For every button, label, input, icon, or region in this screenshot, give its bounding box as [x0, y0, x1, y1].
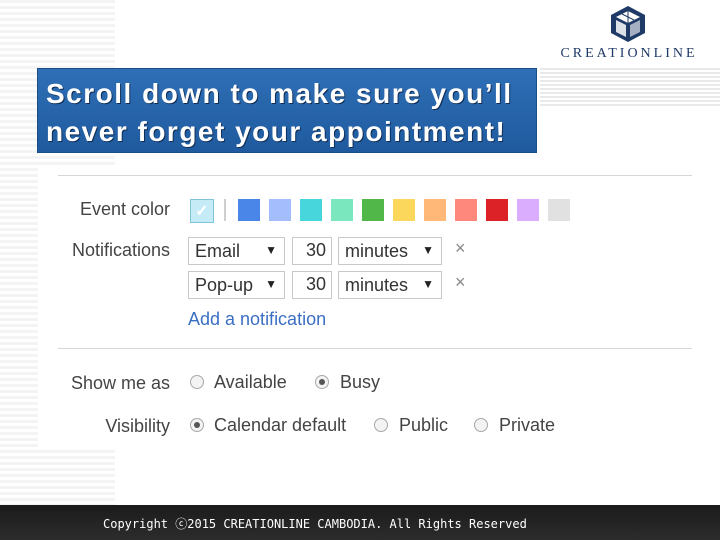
- select-value: minutes: [345, 240, 409, 261]
- radio-label-available: Available: [214, 372, 287, 392]
- color-swatch[interactable]: [486, 199, 508, 221]
- color-swatch[interactable]: [269, 199, 291, 221]
- color-swatch[interactable]: [362, 199, 384, 221]
- notification-amount-input-1[interactable]: 30: [292, 237, 332, 265]
- radio-available[interactable]: [190, 375, 204, 389]
- color-swatch[interactable]: [331, 199, 353, 221]
- notification-amount-input-2[interactable]: 30: [292, 271, 332, 299]
- color-swatch[interactable]: [424, 199, 446, 221]
- color-swatch[interactable]: [238, 199, 260, 221]
- radio-label-calendar-default: Calendar default: [214, 415, 347, 435]
- select-value: minutes: [345, 274, 409, 295]
- radio-calendar-default[interactable]: [190, 418, 204, 432]
- dropdown-arrow-icon: ▼: [422, 277, 434, 291]
- remove-notification-icon[interactable]: ×: [455, 272, 466, 293]
- right-bar-decoration: [540, 68, 720, 108]
- remove-notification-icon[interactable]: ×: [455, 238, 466, 259]
- dropdown-arrow-icon: ▼: [422, 243, 434, 257]
- select-value: Pop-up: [195, 274, 254, 295]
- radio-public[interactable]: [374, 418, 388, 432]
- add-notification-link[interactable]: Add a notification: [188, 309, 326, 330]
- notification-unit-select-1[interactable]: minutes ▼: [338, 237, 442, 265]
- divider: [58, 348, 692, 349]
- dropdown-arrow-icon: ▼: [265, 243, 277, 257]
- notifications-label: Notifications: [71, 240, 170, 260]
- logo-text: CREATIONLINE: [560, 46, 698, 61]
- copyright-text: Copyright ⓒ2015 CREATIONLINE CAMBODIA. A…: [103, 517, 527, 531]
- notification-type-select-2[interactable]: Pop-up ▼: [188, 271, 285, 299]
- radio-label-public: Public: [399, 415, 449, 435]
- notification-unit-select-2[interactable]: minutes ▼: [338, 271, 442, 299]
- cube-logo-icon: [611, 6, 645, 42]
- dropdown-arrow-icon: ▼: [265, 277, 277, 291]
- banner-line-2: never forget your appointment!: [46, 116, 507, 147]
- show-me-as-label: Show me as: [70, 373, 170, 393]
- event-settings-panel: Event color ✓ Notifications Email ▼ 30 m…: [38, 165, 698, 450]
- divider: [58, 175, 692, 176]
- visibility-label: Visibility: [105, 416, 170, 436]
- event-color-label: Event color: [79, 199, 170, 219]
- swatch-separator: [224, 199, 226, 221]
- radio-private[interactable]: [474, 418, 488, 432]
- instruction-banner: Scroll down to make sure you’ll never fo…: [37, 68, 537, 153]
- banner-line-1: Scroll down to make sure you’ll: [46, 78, 513, 109]
- footer-bar: Copyright ⓒ2015 CREATIONLINE CAMBODIA. A…: [0, 505, 720, 540]
- notification-type-select-1[interactable]: Email ▼: [188, 237, 285, 265]
- select-value: Email: [195, 240, 241, 261]
- color-swatch[interactable]: [455, 199, 477, 221]
- color-swatch[interactable]: [300, 199, 322, 221]
- color-swatch-selected[interactable]: ✓: [190, 199, 214, 223]
- color-swatch[interactable]: [517, 199, 539, 221]
- company-logo: CREATIONLINE: [540, 4, 718, 62]
- radio-label-private: Private: [499, 415, 556, 435]
- radio-label-busy: Busy: [340, 372, 381, 392]
- color-swatch[interactable]: [393, 199, 415, 221]
- radio-busy[interactable]: [315, 375, 329, 389]
- checkmark-icon: ✓: [195, 203, 209, 220]
- color-swatch[interactable]: [548, 199, 570, 221]
